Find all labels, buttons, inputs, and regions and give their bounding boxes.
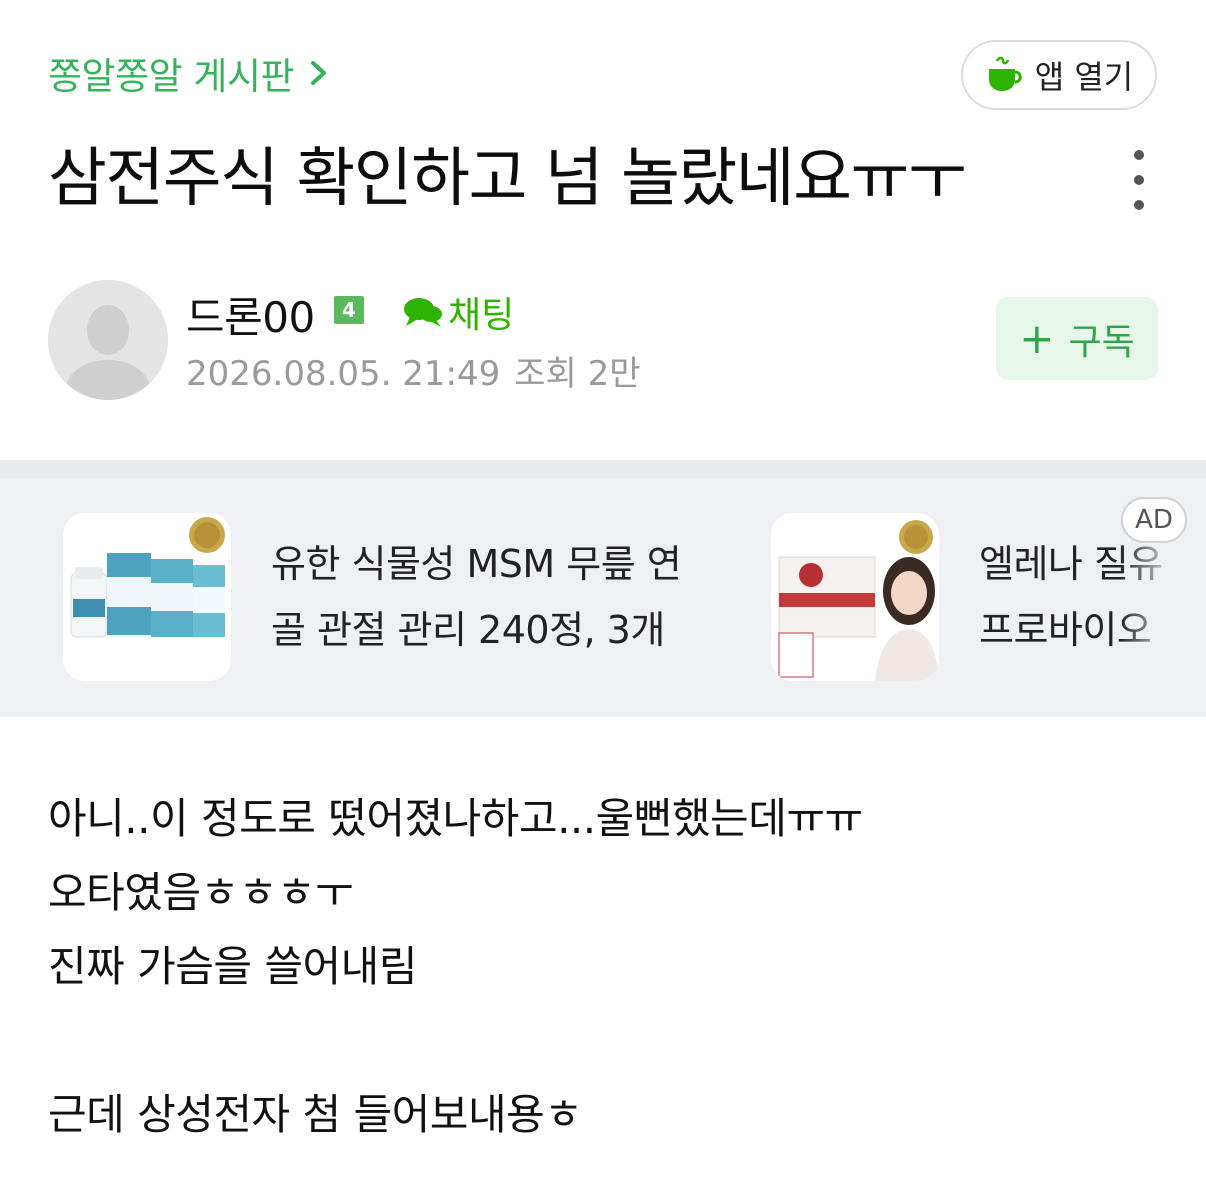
app-open-button[interactable]: 앱 열기 xyxy=(961,40,1157,110)
ad-card[interactable]: 유한 식물성 MSM 무릎 연 골 관절 관리 240정, 3개 xyxy=(63,513,682,681)
cafe-cup-icon xyxy=(988,56,1022,91)
ad-product-title: 엘레나 질유 프로바이오 xyxy=(979,531,1179,663)
ad-card[interactable]: 엘레나 질유 프로바이오 xyxy=(771,513,1179,681)
more-vertical-icon xyxy=(1134,150,1144,160)
post-page: 쫑알쫑알 게시판 앱 열기 삼전주식 확인하고 넘 놀랐네요ㅠㅜ 드론00 4 xyxy=(0,0,1206,1188)
chat-bubble-icon xyxy=(404,298,442,327)
board-link[interactable]: 쫑알쫑알 게시판 xyxy=(48,46,330,100)
post-meta: 2026.08.05. 21:49 조회 2만 xyxy=(186,346,641,395)
member-level-badge: 4 xyxy=(334,296,364,324)
ad-carousel: 유한 식물성 MSM 무릎 연 골 관절 관리 240정, 3개 엘레나 질유 … xyxy=(0,460,1206,717)
plus-icon: + xyxy=(1019,313,1055,363)
ad-product-image xyxy=(63,513,231,681)
more-options-button[interactable] xyxy=(1122,150,1156,210)
body-line: 진짜 가슴을 쓸어내림 xyxy=(48,942,417,991)
author-name[interactable]: 드론00 xyxy=(186,284,315,345)
body-line xyxy=(48,1004,1148,1078)
body-line: 근데 상성전자 첨 들어보내용ㅎ xyxy=(48,1090,583,1139)
ad-product-image xyxy=(771,513,939,681)
chevron-right-icon xyxy=(311,61,327,85)
author-avatar[interactable] xyxy=(48,280,168,400)
post-title: 삼전주식 확인하고 넘 놀랐네요ㅠㅜ xyxy=(48,142,967,216)
ad-product-title: 유한 식물성 MSM 무릎 연 골 관절 관리 240정, 3개 xyxy=(271,542,682,652)
default-avatar-icon xyxy=(48,280,168,400)
post-body: 아니..이 정도로 떴어졌나하고...울뻔했는데ㅠㅠ 오타였음ㅎㅎㅎㅜ 진짜 가… xyxy=(48,782,1148,1152)
ad-badge: AD xyxy=(1121,497,1187,543)
chat-label: 채팅 xyxy=(448,295,515,336)
app-open-label: 앱 열기 xyxy=(1034,58,1134,96)
subscribe-label: 구독 xyxy=(1068,321,1135,363)
chat-button[interactable]: 채팅 xyxy=(402,286,514,338)
view-count: 조회 2만 xyxy=(514,354,641,394)
body-line: 오타였음ㅎㅎㅎㅜ xyxy=(48,868,354,917)
post-datetime: 2026.08.05. 21:49 xyxy=(186,354,501,394)
body-line: 아니..이 정도로 떴어졌나하고...울뻔했는데ㅠㅠ xyxy=(48,794,863,843)
board-name: 쫑알쫑알 게시판 xyxy=(48,55,295,98)
subscribe-button[interactable]: + 구독 xyxy=(996,297,1158,380)
